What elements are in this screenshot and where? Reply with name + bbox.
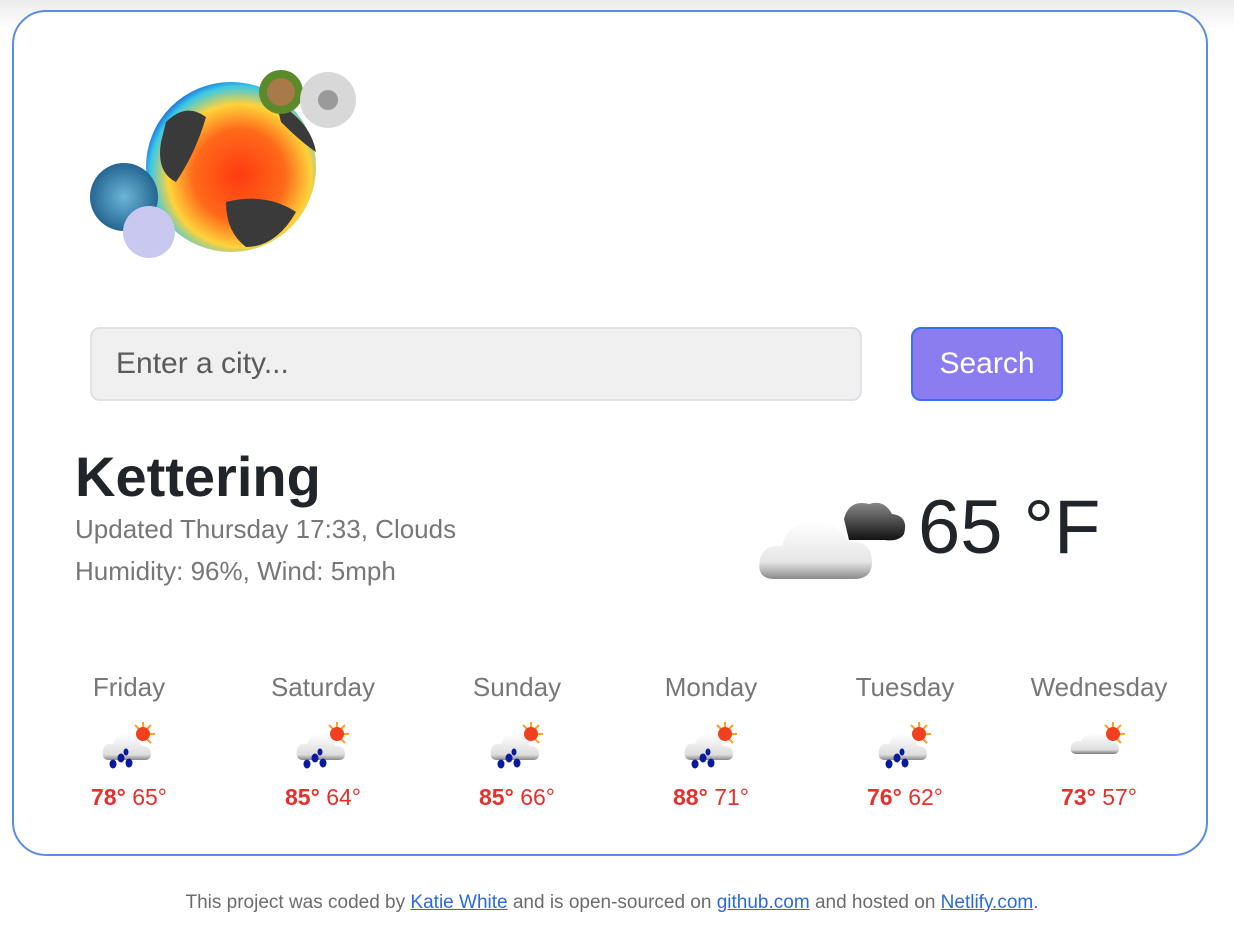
footer-text: .: [1033, 892, 1039, 913]
github-link[interactable]: github.com: [717, 892, 810, 913]
forecast-max-temp: 85°: [285, 784, 320, 810]
search-button[interactable]: Search: [911, 327, 1063, 401]
author-link[interactable]: Katie White: [410, 892, 507, 913]
city-search-input[interactable]: [90, 327, 862, 401]
forecast-day-name: Tuesday: [855, 672, 955, 702]
forecast-day: Wednesday 73° 57°: [1002, 672, 1196, 811]
forecast-min-temp: 62°: [908, 784, 943, 810]
partly-cloudy-icon: [1070, 722, 1125, 754]
forecast-temps: 73° 57°: [1002, 784, 1196, 811]
rain-sun-icon: [490, 722, 543, 769]
rain-sun-icon: [684, 722, 737, 769]
forecast-day: Friday 78° 65°: [32, 672, 226, 811]
humidity-wind: Humidity: 96%, Wind: 5mph: [75, 556, 396, 586]
forecast-min-temp: 66°: [520, 784, 555, 810]
forecast-min-temp: 71°: [714, 784, 749, 810]
forecast-temps: 88° 71°: [614, 784, 808, 811]
updated-description: Updated Thursday 17:33, Clouds: [75, 514, 457, 544]
netlify-link[interactable]: Netlify.com: [941, 892, 1034, 913]
forecast-day: Sunday 85° 66°: [420, 672, 614, 811]
forecast-temps: 76° 62°: [808, 784, 1002, 811]
forecast-day: Saturday 85° 64°: [226, 672, 420, 811]
rain-sun-icon: [102, 722, 155, 769]
forecast-day-name: Monday: [664, 672, 758, 702]
footer-text: and hosted on: [809, 892, 941, 913]
forecast-day-name: Wednesday: [1030, 672, 1168, 702]
footer: This project was coded by Katie White an…: [0, 892, 1224, 914]
forecast-max-temp: 88°: [673, 784, 708, 810]
forecast-day: Tuesday 76° 62°: [808, 672, 1002, 811]
rain-sun-icon: [878, 722, 931, 769]
city-name: Kettering: [75, 445, 321, 508]
forecast-max-temp: 73°: [1061, 784, 1096, 810]
forecast-day: Monday 88° 71°: [614, 672, 808, 811]
footer-text: This project was coded by: [185, 892, 411, 913]
forecast-day-name: Friday: [92, 672, 166, 702]
forecast-row: Friday 78° 65° Saturday 85° 64° Sunday 85° 66…: [32, 672, 1226, 832]
forecast-temps: 85° 66°: [420, 784, 614, 811]
forecast-min-temp: 65°: [132, 784, 167, 810]
forecast-min-temp: 57°: [1102, 784, 1137, 810]
weather-card: Search Kettering Updated Thursday 17:33,…: [12, 10, 1208, 856]
forecast-min-temp: 64°: [326, 784, 361, 810]
rain-sun-icon: [296, 722, 349, 769]
earth-globe-logo: [90, 70, 356, 258]
forecast-temps: 78° 65°: [32, 784, 226, 811]
cloudy-icon: [759, 502, 906, 579]
forecast-max-temp: 85°: [479, 784, 514, 810]
current-temperature: 65 °F: [918, 485, 1101, 570]
footer-text: and is open-sourced on: [507, 892, 717, 913]
forecast-temps: 85° 64°: [226, 784, 420, 811]
forecast-day-name: Sunday: [472, 672, 562, 702]
forecast-day-name: Saturday: [270, 672, 376, 702]
forecast-max-temp: 76°: [867, 784, 902, 810]
forecast-max-temp: 78°: [91, 784, 126, 810]
